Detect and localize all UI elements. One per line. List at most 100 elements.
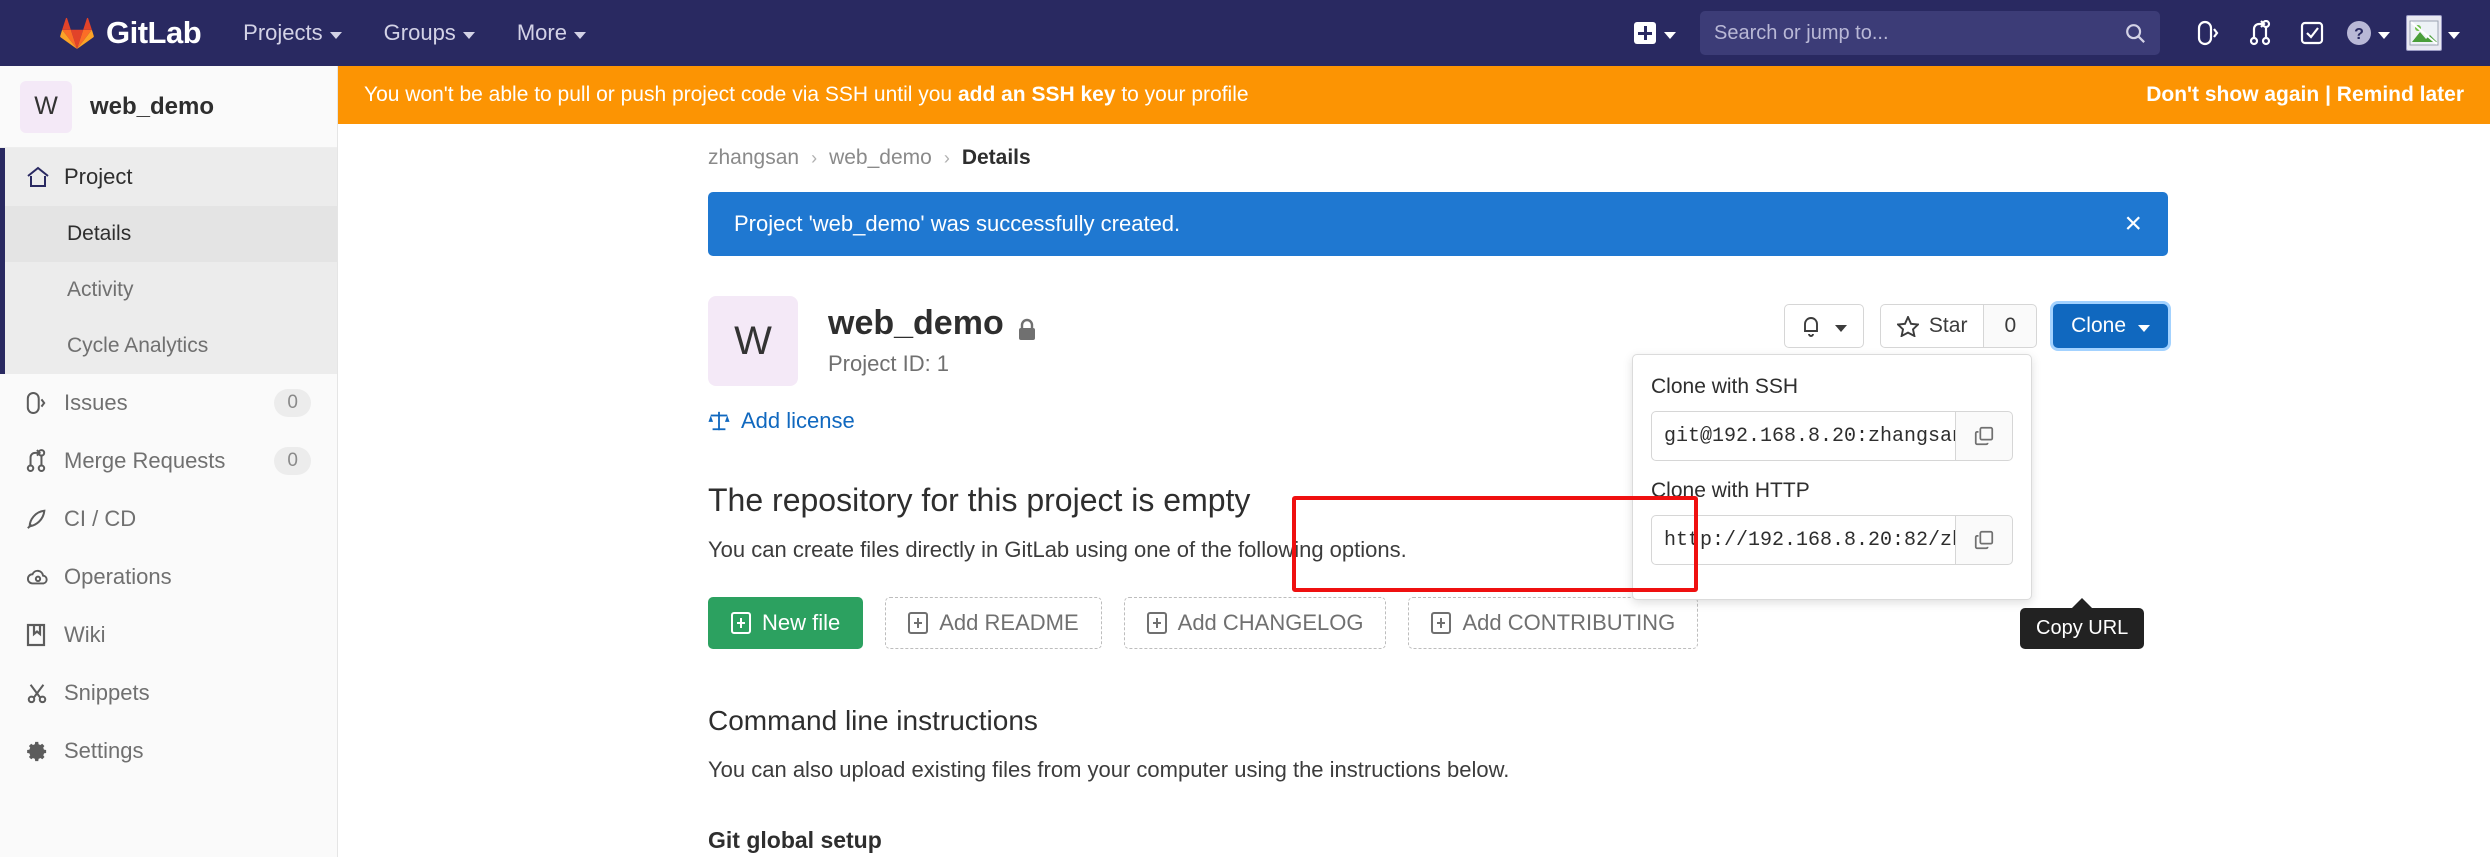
- close-icon[interactable]: ×: [2124, 209, 2142, 239]
- git-global-setup-title: Git global setup: [708, 827, 882, 853]
- clone-ssh-url-input[interactable]: git@192.168.8.20:zhangsan/we: [1651, 411, 1955, 461]
- new-file-button[interactable]: New file: [708, 597, 864, 649]
- sidebar-project-avatar: W: [20, 80, 72, 133]
- nav-projects[interactable]: Projects: [239, 14, 345, 52]
- merge-request-icon[interactable]: [2234, 11, 2286, 55]
- sidebar-items: Issues 0 Merge Requests 0 CI / CD Operat…: [0, 374, 337, 780]
- breadcrumb-project[interactable]: web_demo: [829, 146, 932, 170]
- merge-request-icon: [26, 449, 64, 473]
- lock-icon: [1017, 312, 1037, 340]
- clone-button[interactable]: Clone: [2053, 304, 2168, 348]
- todos-glyph: [2300, 21, 2324, 45]
- new-file-icon: [908, 612, 929, 634]
- top-navbar: GitLab Projects Groups More Search or ju…: [0, 0, 2490, 66]
- sidebar-group-project: Project Details Activity Cycle Analytics: [0, 148, 337, 374]
- sidebar-item-snippets-label: Snippets: [64, 680, 150, 705]
- sidebar-item-ci-cd[interactable]: CI / CD: [0, 490, 337, 548]
- gear-icon: [26, 740, 64, 763]
- clone-http-row: http://192.168.8.20:82/zhang: [1651, 515, 2013, 565]
- nav-groups[interactable]: Groups: [380, 14, 479, 52]
- new-file-icon: [1431, 612, 1452, 634]
- sidebar-item-issues-label: Issues: [64, 390, 128, 415]
- nav-projects-label: Projects: [243, 20, 323, 45]
- star-button[interactable]: Star: [1879, 304, 1984, 348]
- search-input-wrapper[interactable]: [1700, 11, 2160, 55]
- ssh-alert-prefix: You won't be able to pull or push projec…: [364, 83, 958, 106]
- scale-icon: [708, 411, 730, 431]
- gitlab-tanuki-icon: [60, 17, 94, 49]
- cloud-gear-icon: [26, 566, 64, 588]
- ssh-key-alert: You won't be able to pull or push projec…: [338, 66, 2490, 124]
- sidebar-item-merge-requests-label: Merge Requests: [64, 448, 226, 473]
- nav-more[interactable]: More: [513, 14, 590, 52]
- dont-show-again-link[interactable]: Don't show again: [2146, 83, 2319, 106]
- sidebar-item-details[interactable]: Details: [5, 206, 337, 262]
- help-menu[interactable]: ?: [2338, 20, 2398, 46]
- add-changelog-button-label: Add CHANGELOG: [1177, 610, 1364, 635]
- sidebar-item-ci-cd-label: CI / CD: [64, 506, 137, 531]
- home-glyph: [27, 166, 49, 187]
- todos-icon[interactable]: [2286, 11, 2338, 55]
- clone-button-label: Clone: [2071, 314, 2126, 337]
- issues-icon[interactable]: [2182, 11, 2234, 55]
- gitlab-logo[interactable]: GitLab: [60, 15, 202, 51]
- sidebar-item-issues-badge: 0: [274, 389, 311, 417]
- nav-more-label: More: [516, 20, 567, 45]
- sidebar-item-operations-label: Operations: [64, 564, 172, 589]
- sidebar-item-merge-requests-badge: 0: [274, 447, 311, 475]
- add-changelog-button[interactable]: Add CHANGELOG: [1123, 597, 1387, 649]
- add-contributing-button-label: Add CONTRIBUTING: [1462, 610, 1676, 635]
- add-readme-button-label: Add README: [939, 610, 1079, 635]
- sidebar-item-snippets[interactable]: Snippets: [0, 664, 337, 722]
- clone-http-url-input[interactable]: http://192.168.8.20:82/zhang: [1651, 515, 1955, 565]
- scissors-icon: [26, 682, 64, 704]
- book-glyph: [26, 623, 46, 647]
- lock-glyph: [1018, 318, 1035, 340]
- sidebar-item-wiki[interactable]: Wiki: [0, 606, 337, 664]
- sidebar-item-details-label: Details: [67, 222, 132, 245]
- search-input[interactable]: [1714, 21, 2124, 45]
- sidebar-item-cycle-analytics-label: Cycle Analytics: [67, 334, 209, 357]
- star-count[interactable]: 0: [1983, 304, 2038, 348]
- plus-square-icon: [1634, 22, 1656, 44]
- add-ssh-key-link[interactable]: add an SSH key: [958, 83, 1116, 106]
- sidebar-item-issues[interactable]: Issues 0: [0, 374, 337, 432]
- sidebar-item-project[interactable]: Project: [5, 148, 337, 206]
- sidebar-item-settings[interactable]: Settings: [0, 722, 337, 780]
- add-readme-button[interactable]: Add README: [885, 597, 1102, 649]
- empty-repo-buttons: New file Add README Add CHANGELOG Add CO…: [708, 597, 2168, 649]
- chevron-down-icon: [462, 31, 475, 39]
- create-new-button[interactable]: [1624, 16, 1686, 50]
- navbar-right: ?: [1624, 11, 2468, 55]
- command-line-subtitle: You can also upload existing files from …: [708, 757, 1510, 782]
- project-id: Project ID: 1: [828, 351, 950, 376]
- ssh-alert-text: You won't be able to pull or push projec…: [364, 83, 1249, 107]
- breadcrumb-separator-2: ›: [943, 147, 950, 168]
- issues-glyph: [2197, 20, 2219, 46]
- remind-later-link[interactable]: Remind later: [2337, 83, 2464, 106]
- breadcrumb-current: Details: [961, 146, 1031, 169]
- clone-http-section: Clone with HTTP http://192.168.8.20:82/z…: [1651, 479, 2013, 565]
- bell-icon: [1803, 317, 1818, 337]
- sidebar-item-operations[interactable]: Operations: [0, 548, 337, 606]
- success-alert-message: Project 'web_demo' was successfully crea…: [734, 211, 1181, 236]
- broken-image-glyph: [2409, 20, 2439, 46]
- ssh-alert-actions: Don't show again | Remind later: [2146, 83, 2464, 107]
- sidebar-item-activity[interactable]: Activity: [5, 262, 337, 318]
- copy-http-url-button[interactable]: [1955, 515, 2013, 565]
- breadcrumb-owner[interactable]: zhangsan: [708, 146, 799, 170]
- new-file-icon: [1146, 612, 1167, 634]
- sidebar-project-header[interactable]: W web_demo: [0, 66, 337, 148]
- sidebar-item-project-label: Project: [64, 164, 133, 189]
- sidebar-item-cycle-analytics[interactable]: Cycle Analytics: [5, 318, 337, 374]
- star-icon: [1896, 315, 1919, 337]
- user-avatar-icon: [2406, 15, 2442, 51]
- user-menu[interactable]: [2398, 15, 2468, 51]
- copy-icon: [1974, 426, 1994, 446]
- chevron-down-icon: [2138, 324, 2150, 332]
- copy-ssh-url-button[interactable]: [1955, 411, 2013, 461]
- add-contributing-button[interactable]: Add CONTRIBUTING: [1408, 597, 1699, 649]
- notification-dropdown-button[interactable]: [1783, 304, 1864, 348]
- help-icon: ?: [2347, 21, 2371, 45]
- sidebar-item-merge-requests[interactable]: Merge Requests 0: [0, 432, 337, 490]
